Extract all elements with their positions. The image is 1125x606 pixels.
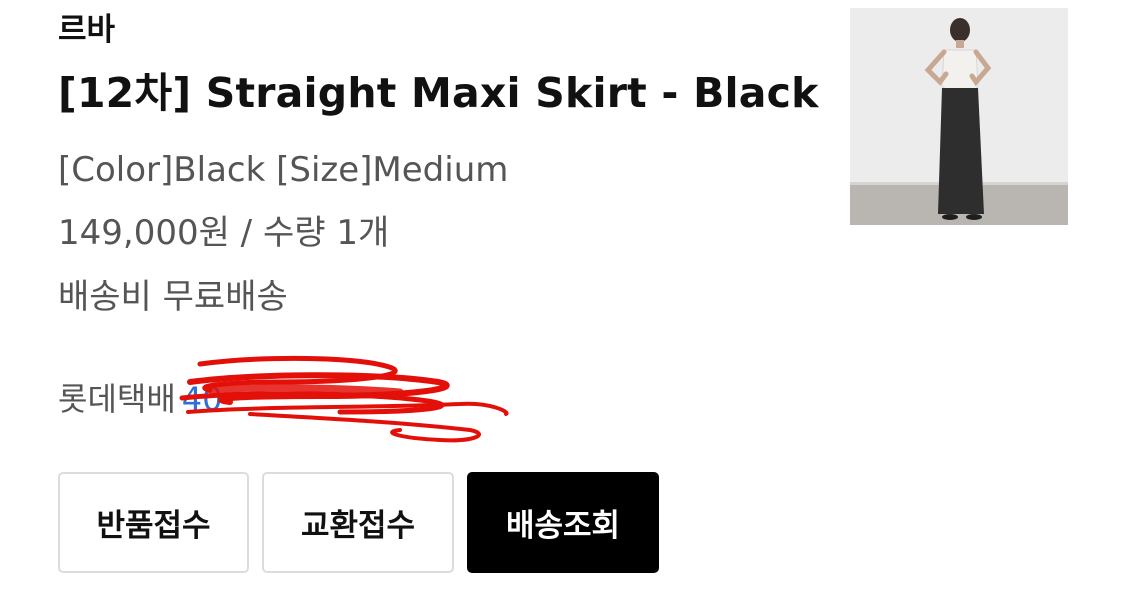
track-delivery-button[interactable]: 배송조회 [467, 472, 659, 573]
shipping-fee: 배송비 무료배송 [58, 277, 288, 317]
brand-name: 르바 [58, 12, 116, 48]
product-options: [Color]Black [Size]Medium [58, 150, 509, 190]
tracking-number-link[interactable]: 40 [182, 380, 223, 418]
courier-name: 롯데택배 [58, 380, 176, 418]
product-thumbnail[interactable] [850, 8, 1068, 225]
redaction-scribble [179, 355, 509, 443]
product-photo-icon [850, 8, 1068, 225]
exchange-request-button[interactable]: 교환접수 [262, 472, 454, 573]
tracking-info: 롯데택배 40 [58, 376, 222, 422]
price-quantity: 149,000원 / 수량 1개 [58, 213, 390, 253]
product-title[interactable]: [12차] Straight Maxi Skirt - Black [58, 66, 819, 120]
return-request-button[interactable]: 반품접수 [58, 472, 249, 573]
